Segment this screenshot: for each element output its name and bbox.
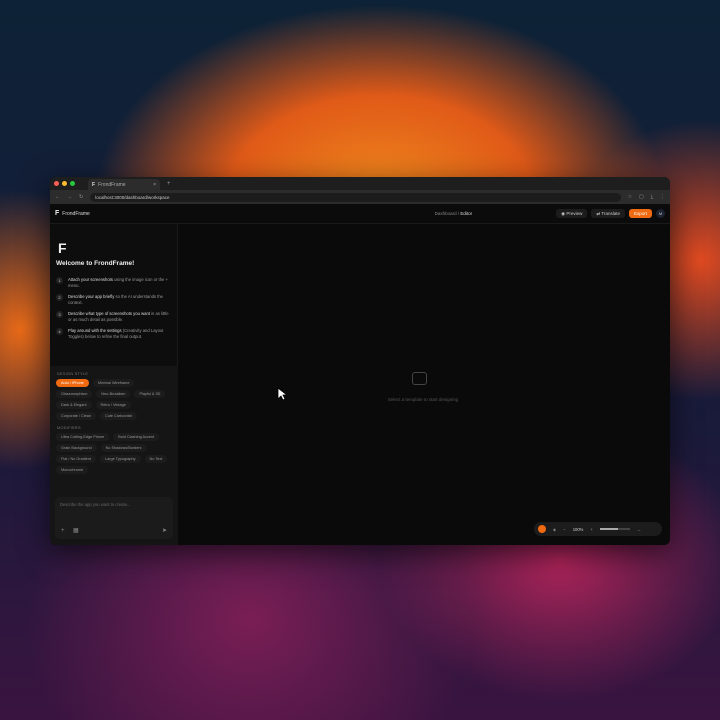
style-chip[interactable]: Retro / Vintage [95,401,131,409]
modifier-chips: Ultra Cutting-Edge Phone Bold Clashing Ac… [50,433,178,474]
forward-icon[interactable]: → [67,194,72,200]
step-item: 3 Describe what type of screenshots you w… [56,311,172,323]
preview-button[interactable]: ◉ Preview [556,209,588,218]
maximize-window-button[interactable] [70,181,75,186]
step-text: Play around with the settings (Creativit… [68,328,172,340]
modifier-chip[interactable]: Monochrome [56,466,89,474]
design-style-label: DESIGN STYLE [57,372,89,376]
modifier-chip[interactable]: Bold Clashing Accent [113,433,160,441]
style-chips: Auto / iPhone Minimal Wireframe Glassmorph… [50,379,178,420]
style-chip[interactable]: Playful & 3D [134,390,166,398]
app-name: FrondFrame [62,210,90,217]
zoom-slider[interactable] [599,528,630,530]
breadcrumb-dashboard[interactable]: Dashboard [435,211,457,216]
modifier-chip[interactable]: Ultra Cutting-Edge Phone [56,433,110,441]
step-text: Describe what type of screenshots you wa… [68,311,172,323]
prompt-placeholder: Describe the app you want to create... [60,502,131,507]
browser-window: F FrondFrame × + ← → ↻ localhost:3000/dashbo… [50,177,670,545]
logo-icon: F [58,240,67,256]
zoom-level: 100% [572,526,584,532]
step-bold: Describe your app briefly [68,294,115,299]
close-tab-icon[interactable]: × [153,182,156,188]
extensions-icon[interactable]: ▢ [639,194,644,200]
breadcrumb-sep: / [457,211,460,216]
step-number: 1 [56,277,63,284]
welcome-heading: Welcome to FrondFrame! [56,260,135,267]
browser-tab[interactable]: F FrondFrame × [88,179,160,190]
style-chip[interactable]: Cute Cartoonish [99,412,138,420]
tab-bar: F FrondFrame × + [50,177,670,190]
modifier-chip[interactable]: Large Typography [99,455,141,463]
export-label: Export [633,211,647,216]
step-number: 4 [56,328,63,335]
style-chip[interactable]: Minimal Wireframe [92,379,135,387]
logo-icon: F [55,210,60,217]
step-text: Describe your app briefly so the AI unde… [68,294,172,306]
step-item: 2 Describe your app briefly so the AI und… [56,294,172,306]
style-chip[interactable]: Auto / iPhone [56,379,89,387]
settings-panel: DESIGN STYLE Auto / iPhone Minimal Wirefr… [50,366,178,545]
sidebar: F Welcome to FrondFrame! 1 Attach your sc… [50,224,178,545]
send-icon[interactable]: ➤ [162,527,167,534]
bookmark-icon[interactable]: ☆ [628,194,632,200]
reload-icon[interactable]: ↻ [79,194,83,200]
breadcrumb-editor: Editor [460,211,473,216]
modifier-chip[interactable]: Flat / No Gradient [56,455,96,463]
step-item: 4 Play around with the settings (Creativi… [56,328,172,340]
new-tab-button[interactable]: + [167,181,171,187]
style-chip[interactable]: Dark & Elegant [56,401,92,409]
close-window-button[interactable] [54,181,59,186]
address-bar: ← → ↻ localhost:3000/dashboard/workspace ☆… [50,190,670,204]
menu-icon[interactable]: ⋮ [660,194,665,200]
expand-icon[interactable]: ↔ [637,527,641,532]
translate-button[interactable]: ⇄ Translate [591,209,625,218]
layers-icon[interactable]: ◈ [553,527,556,532]
zoom-out-button[interactable]: − [563,527,565,532]
zoom-toolbar: ◈ − 100% + ↔ [534,522,662,536]
empty-state-text: Select a template to start designing [387,397,459,402]
export-button[interactable]: Export [628,209,652,218]
url-text: localhost:3000/dashboard/workspace [95,194,170,200]
zoom-in-button[interactable]: + [590,527,592,532]
tab-title: FrondFrame [98,181,126,188]
step-bold: Play around with the settings [68,328,122,333]
download-icon[interactable]: ⤓ [651,194,653,200]
modifier-chip[interactable]: Grain Background [56,444,97,452]
avatar[interactable]: M [656,209,665,218]
style-chip[interactable]: Corporate / Clean [56,412,96,420]
steps-list: 1 Attach your screenshots using the image… [56,277,172,345]
mouse-cursor-icon [277,387,287,401]
step-bold: Attach your screenshots [68,277,113,282]
modifier-chip[interactable]: No Shadows/Borders [100,444,147,452]
image-placeholder-icon [412,372,427,385]
style-chip[interactable]: Neo-Brutalism [96,390,131,398]
step-item: 1 Attach your screenshots using the image… [56,277,172,289]
modifier-chip[interactable]: No Text [144,455,168,463]
step-bold: Describe what type of screenshots you wa… [68,311,150,316]
translate-label: Translate [601,211,620,216]
back-icon[interactable]: ← [55,194,60,200]
breadcrumb: Dashboard / Editor [435,211,473,216]
minimize-window-button[interactable] [62,181,67,186]
modifiers-label: MODIFIERS [57,426,81,430]
step-text: Attach your screenshots using the image … [68,277,172,289]
style-chip[interactable]: Glassmorphism [56,390,93,398]
step-number: 2 [56,294,63,301]
prompt-input[interactable]: Describe the app you want to create... +… [55,497,173,539]
step-number: 3 [56,311,63,318]
image-icon[interactable]: ▦ [73,527,79,534]
url-input[interactable]: localhost:3000/dashboard/workspace [90,192,621,202]
add-icon[interactable]: + [61,528,65,534]
canvas[interactable]: Select a template to start designing ◈ −… [178,224,670,545]
logo-icon [538,525,546,533]
app-header: F FrondFrame Dashboard / Editor ◉ Previe… [50,204,670,224]
preview-label: Preview [566,211,583,216]
